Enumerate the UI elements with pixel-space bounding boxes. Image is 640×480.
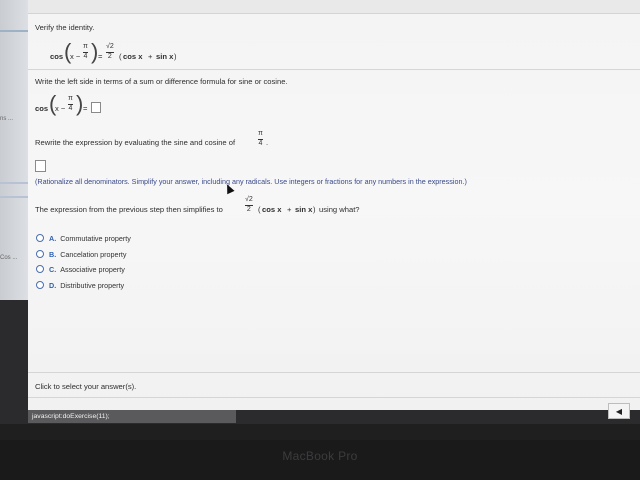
step3-expr-close: ) xyxy=(313,205,316,214)
identity-rhs-close: ) xyxy=(174,52,177,61)
identity-lhs-arg: x − xyxy=(70,52,81,61)
option-letter: B. xyxy=(49,249,57,259)
option-letter: C. xyxy=(49,264,57,274)
option-b[interactable]: B. Cancelation property xyxy=(36,248,127,260)
step1-func: cos xyxy=(35,104,49,113)
step3-question-prefix: The expression from the previous step th… xyxy=(35,205,223,214)
option-a[interactable]: A. Commutative property xyxy=(36,232,131,244)
identity-rhs-open: ( xyxy=(119,52,122,61)
top-toolbar-strip xyxy=(28,0,640,14)
option-letter: D. xyxy=(49,280,57,290)
divider xyxy=(28,397,640,398)
option-text: Associative property xyxy=(60,264,125,274)
identity-rhs-cos: cos x xyxy=(123,52,143,61)
step1-arg: x − xyxy=(55,104,66,113)
step2-fraction: π 4 xyxy=(258,130,263,148)
step3-expr-cos: cos x xyxy=(262,205,282,214)
previous-arrow-button[interactable]: ◀ xyxy=(608,403,630,419)
arrow-left-icon: ◀ xyxy=(615,406,623,416)
step2-hint: (Rationalize all denominators. Simplify … xyxy=(35,177,467,186)
divider xyxy=(28,69,640,70)
sidebar-divider xyxy=(0,196,28,198)
step1-answer-input[interactable] xyxy=(91,102,101,113)
fraction-denominator: 4 xyxy=(68,105,73,112)
fraction-numerator: π xyxy=(83,43,88,50)
identity-rhs-sin: sin x xyxy=(156,52,174,61)
fraction-numerator: π xyxy=(258,130,263,137)
identity-lhs-fraction: π 4 xyxy=(83,43,88,61)
radio-button[interactable] xyxy=(36,281,44,289)
divider xyxy=(28,372,640,373)
exercise-page: Verify the identity. cos ( x − π 4 ) = √… xyxy=(28,0,640,410)
fraction-numerator: √2 xyxy=(106,43,114,50)
fraction-numerator: π xyxy=(68,95,73,102)
option-c[interactable]: C. Associative property xyxy=(36,263,125,275)
identity-rhs-plus: + xyxy=(148,52,153,61)
sidebar-fragment-2[interactable]: Cos ... xyxy=(0,255,17,261)
step2-answer-input[interactable] xyxy=(35,160,46,172)
problem-heading: Verify the identity. xyxy=(35,23,95,32)
radio-button[interactable] xyxy=(36,250,44,258)
step1-fraction: π 4 xyxy=(68,95,73,113)
step3-expr-open: ( xyxy=(258,205,261,214)
fraction-denominator: 2 xyxy=(246,206,251,213)
identity-rhs-fraction: √2 2 xyxy=(106,43,114,61)
sidebar-fragment-1[interactable]: ns ... xyxy=(0,116,13,122)
footer-prompt: Click to select your answer(s). xyxy=(35,382,137,391)
sidebar-divider xyxy=(0,182,28,184)
identity-lhs-func: cos xyxy=(50,52,64,61)
step1-instruction: Write the left side in terms of a sum or… xyxy=(35,77,288,86)
radio-button[interactable] xyxy=(36,265,44,273)
laptop-brand-label: MacBook Pro xyxy=(282,449,358,463)
step3-expr-sin: sin x xyxy=(295,205,313,214)
step2-period: . xyxy=(266,138,269,147)
option-d[interactable]: D. Distributive property xyxy=(36,279,124,291)
left-side-panel: ns ... Cos ... xyxy=(0,0,28,300)
option-letter: A. xyxy=(49,233,57,243)
option-text: Distributive property xyxy=(60,280,125,290)
fraction-denominator: 4 xyxy=(83,53,88,60)
option-text: Commutative property xyxy=(60,233,131,243)
radio-button[interactable] xyxy=(36,234,44,242)
step2-instruction: Rewrite the expression by evaluating the… xyxy=(35,138,236,147)
browser-status-bar: javascript:doExercise(11); xyxy=(28,410,236,423)
step3-fraction: √2 2 xyxy=(245,196,253,214)
fraction-denominator: 2 xyxy=(107,53,112,60)
sidebar-divider xyxy=(0,30,28,32)
step3-question-suffix: using what? xyxy=(319,205,360,214)
step3-expr-plus: + xyxy=(287,205,292,214)
step1-equals: = xyxy=(83,104,88,113)
fraction-denominator: 4 xyxy=(258,140,263,147)
option-text: Cancelation property xyxy=(60,249,127,259)
identity-equals: = xyxy=(98,52,103,61)
fraction-numerator: √2 xyxy=(245,196,253,203)
